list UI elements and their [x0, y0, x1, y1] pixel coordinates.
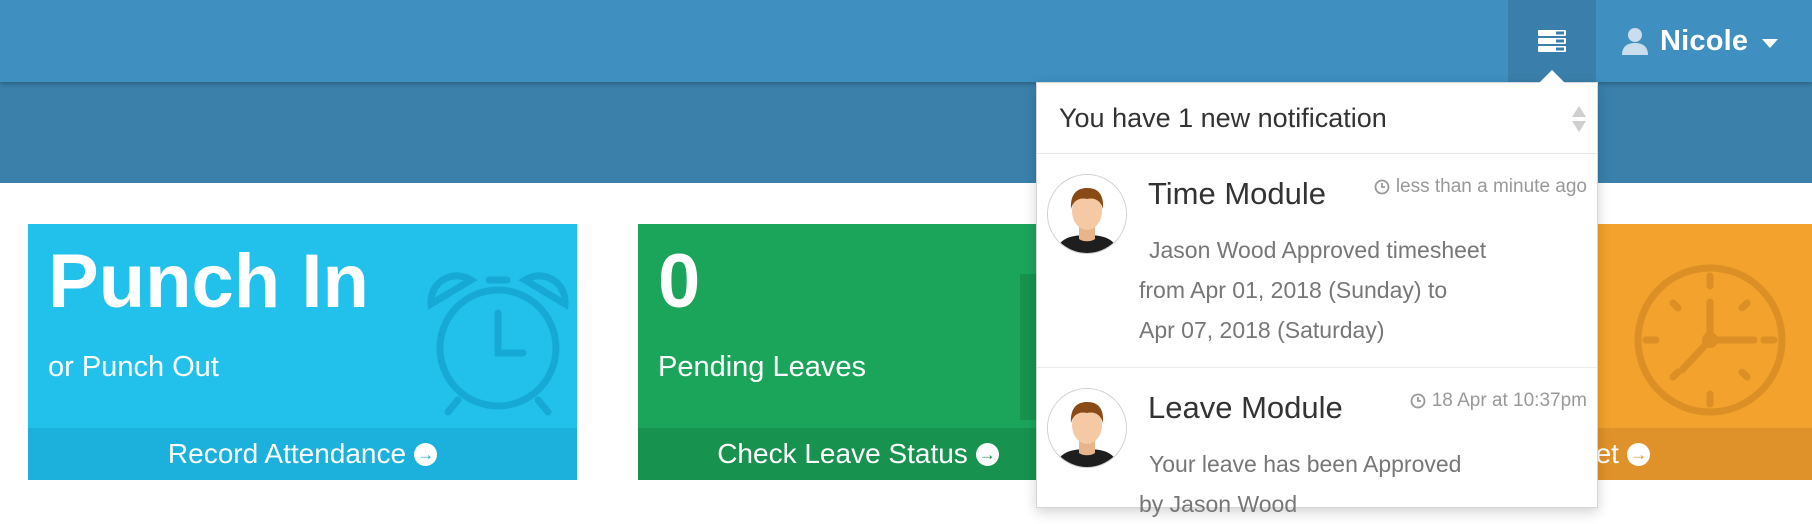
notification-time: less than a minute ago: [1374, 176, 1587, 198]
notification-item[interactable]: Time Module less than a minute ago Jason…: [1037, 154, 1597, 368]
clock-small-icon: [1374, 179, 1390, 195]
notification-time-text: less than a minute ago: [1395, 176, 1587, 197]
record-attendance-label: Record Attendance: [167, 438, 407, 469]
check-leave-status-label: Check Leave Status: [717, 438, 968, 469]
avatar: [1047, 388, 1127, 468]
dropdown-pointer: [1539, 70, 1565, 83]
punch-card: Punch In or Punch Out Record Attendance …: [28, 224, 577, 480]
avatar: [1047, 174, 1127, 254]
notification-line: by Jason Wood: [1139, 491, 1298, 517]
user-name: Nicole: [1660, 24, 1749, 57]
notifications-header-text: You have 1 new notification: [1059, 102, 1387, 133]
punch-title: Punch In: [48, 239, 369, 324]
notification-time-text: 18 Apr at 10:37pm: [1431, 390, 1587, 411]
notification-line: from Apr 01, 2018 (Sunday) to: [1139, 277, 1448, 303]
record-attendance-link[interactable]: Record Attendance →: [28, 428, 577, 480]
pending-leaves-count: 0: [658, 239, 701, 324]
avatar-image: [1048, 175, 1126, 253]
scroll-arrows-icon[interactable]: [1571, 105, 1587, 133]
user-icon: [1622, 28, 1648, 55]
clock-icon: [1634, 264, 1786, 416]
notification-module: Time Module: [1148, 176, 1327, 211]
notification-module: Leave Module: [1148, 390, 1343, 425]
user-menu[interactable]: Nicole: [1620, 0, 1779, 82]
notifications-dropdown: You have 1 new notification Time Module …: [1036, 82, 1598, 517]
check-leave-status-link[interactable]: Check Leave Status →: [638, 428, 1078, 480]
notifications-header: You have 1 new notification: [1037, 83, 1597, 154]
punch-subtitle: or Punch Out: [48, 351, 219, 383]
alarm-clock-icon: [427, 272, 569, 416]
pending-leaves-card: 0 Pending Leaves Check Leave Status →: [638, 224, 1078, 480]
notification-line: Apr 07, 2018 (Saturday): [1139, 317, 1385, 343]
notification-message: Jason Wood Approved timesheet from Apr 0…: [1139, 230, 1539, 350]
notification-time: 18 Apr at 10:37pm: [1410, 390, 1587, 412]
arrow-right-circle-icon: →: [414, 442, 438, 466]
arrow-right-circle-icon: →: [975, 442, 999, 466]
pending-leaves-label: Pending Leaves: [658, 351, 866, 383]
notification-line: Your leave has been Approved: [1149, 451, 1462, 477]
clock-small-icon: [1410, 393, 1426, 409]
notification-item[interactable]: Leave Module 18 Apr at 10:37pm Your leav…: [1037, 368, 1597, 517]
avatar-image: [1048, 389, 1126, 467]
notification-line: Jason Wood Approved timesheet: [1149, 237, 1487, 263]
arrow-right-circle-icon: →: [1626, 442, 1650, 466]
notification-message: Your leave has been Approved by Jason Wo…: [1139, 444, 1539, 524]
chevron-down-icon: [1762, 38, 1779, 48]
notification-list-icon: [1538, 30, 1566, 52]
